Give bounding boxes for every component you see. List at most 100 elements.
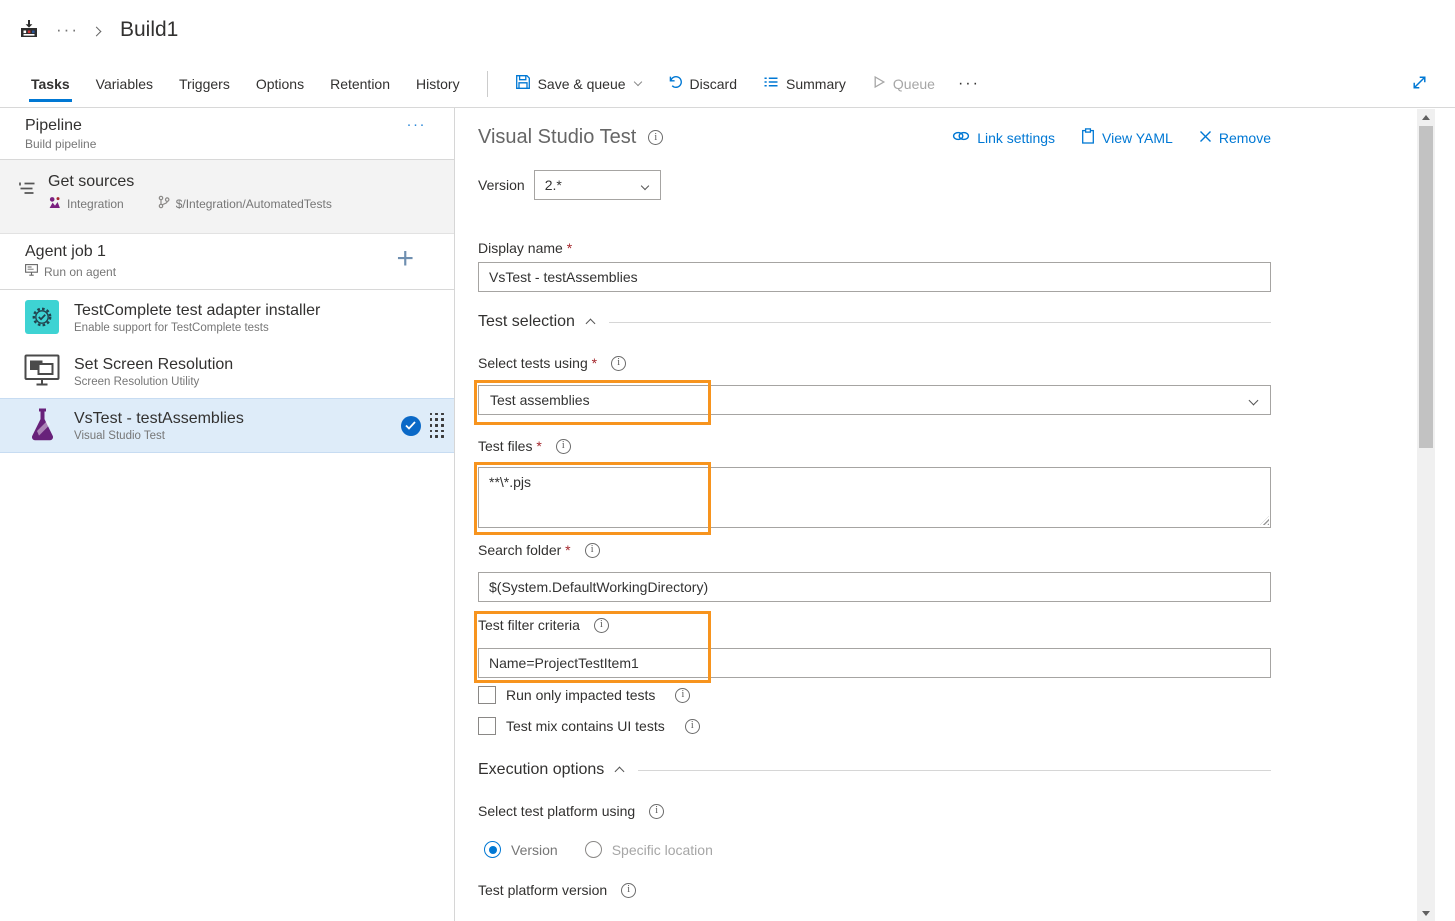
- test-filter-criteria-input[interactable]: [478, 648, 1271, 678]
- test-files-label: Test files: [478, 438, 542, 454]
- info-icon[interactable]: [585, 543, 600, 558]
- chevron-up-icon: [585, 319, 595, 329]
- section-rule: [638, 770, 1271, 771]
- task-subtitle: Screen Resolution Utility: [74, 376, 233, 388]
- save-icon: [515, 74, 531, 93]
- info-icon[interactable]: [649, 804, 664, 819]
- add-task-button[interactable]: +: [396, 244, 414, 274]
- link-icon: [952, 129, 970, 146]
- breadcrumb-more[interactable]: ···: [56, 20, 79, 40]
- display-name-input[interactable]: [478, 262, 1271, 292]
- select-test-platform-label: Select test platform using: [478, 803, 635, 819]
- repo-name: Integration: [67, 197, 124, 211]
- tab-tasks[interactable]: Tasks: [18, 60, 83, 107]
- task-row-screen-resolution[interactable]: Set Screen Resolution Screen Resolution …: [0, 344, 454, 398]
- info-icon[interactable]: [685, 719, 700, 734]
- tfvc-repo-icon: [48, 196, 61, 212]
- task-settings-panel: Visual Studio Test Link settings: [455, 108, 1455, 921]
- toolbar-divider: [487, 71, 488, 97]
- clipboard-icon: [1081, 128, 1095, 147]
- agent-icon: [25, 264, 38, 279]
- task-row-vstest[interactable]: VsTest - testAssemblies Visual Studio Te…: [0, 398, 454, 453]
- checkbox-label: Test mix contains UI tests: [506, 718, 665, 734]
- test-files-textarea[interactable]: **\*.pjs: [478, 467, 1271, 528]
- agent-job-subtitle: Run on agent: [44, 265, 116, 279]
- info-icon[interactable]: [648, 130, 663, 145]
- summary-button[interactable]: Summary: [763, 74, 846, 93]
- info-icon[interactable]: [675, 688, 690, 703]
- tab-triggers[interactable]: Triggers: [166, 60, 243, 107]
- radio-version[interactable]: Version: [484, 841, 558, 858]
- panel-title: Visual Studio Test: [478, 126, 636, 149]
- run-only-impacted-tests-checkbox[interactable]: [478, 686, 496, 704]
- toolbar-more-button[interactable]: ···: [958, 75, 980, 93]
- select-tests-using-dropdown[interactable]: Test assemblies: [478, 385, 1271, 415]
- pipeline-subtitle: Build pipeline: [25, 137, 436, 151]
- discard-button[interactable]: Discard: [667, 74, 737, 93]
- info-icon[interactable]: [611, 356, 626, 371]
- version-label: Version: [478, 177, 525, 193]
- monitor-icon: [24, 354, 60, 389]
- section-test-selection[interactable]: Test selection: [478, 313, 1271, 331]
- agent-job-header[interactable]: Agent job 1 Run on agent +: [0, 234, 454, 290]
- tab-history[interactable]: History: [403, 60, 473, 107]
- info-icon[interactable]: [621, 883, 636, 898]
- testcomplete-gear-icon: [25, 300, 59, 334]
- menu-bar: Tasks Variables Triggers Options Retenti…: [0, 60, 1455, 108]
- chevron-down-icon: [1249, 396, 1259, 406]
- scroll-up-arrow[interactable]: [1417, 109, 1435, 125]
- version-select[interactable]: 2.*: [534, 170, 661, 200]
- get-sources-title: Get sources: [48, 173, 332, 191]
- select-tests-using-label: Select tests using: [478, 355, 597, 371]
- task-row-testcomplete[interactable]: TestComplete test adapter installer Enab…: [0, 290, 454, 344]
- tab-variables[interactable]: Variables: [83, 60, 166, 107]
- search-folder-input[interactable]: [478, 572, 1271, 602]
- radio-unselected-icon: [585, 841, 602, 858]
- section-execution-options[interactable]: Execution options: [478, 761, 1271, 779]
- info-icon[interactable]: [594, 618, 609, 633]
- pipeline-header[interactable]: Pipeline Build pipeline ···: [0, 108, 454, 160]
- link-settings-button[interactable]: Link settings: [952, 129, 1055, 146]
- save-queue-button[interactable]: Save & queue: [515, 74, 641, 93]
- test-filter-criteria-label: Test filter criteria: [478, 617, 580, 633]
- chevron-down-icon: [640, 182, 648, 190]
- section-rule: [609, 322, 1271, 323]
- get-sources-item[interactable]: Get sources Integration: [0, 160, 454, 234]
- search-folder-label: Search folder: [478, 542, 571, 558]
- list-icon: [763, 74, 779, 93]
- checkbox-label: Run only impacted tests: [506, 687, 655, 703]
- test-platform-version-label: Test platform version: [478, 882, 607, 898]
- pipeline-more-button[interactable]: ···: [407, 116, 427, 133]
- task-enabled-check-icon: [401, 416, 421, 436]
- fullscreen-expand-icon[interactable]: [1410, 73, 1429, 95]
- info-icon[interactable]: [556, 439, 571, 454]
- pipeline-title: Pipeline: [25, 117, 436, 135]
- task-subtitle: Enable support for TestComplete tests: [74, 322, 320, 334]
- drag-handle[interactable]: [430, 413, 444, 438]
- repo-path: $/Integration/AutomatedTests: [176, 197, 332, 211]
- tab-strip: Tasks Variables Triggers Options Retenti…: [0, 60, 473, 107]
- tab-retention[interactable]: Retention: [317, 60, 403, 107]
- task-title: VsTest - testAssemblies: [74, 409, 244, 428]
- task-subtitle: Visual Studio Test: [74, 430, 244, 442]
- close-icon: [1199, 130, 1212, 146]
- view-yaml-button[interactable]: View YAML: [1081, 128, 1173, 147]
- chevron-up-icon: [615, 767, 625, 777]
- play-icon: [872, 75, 886, 92]
- agent-job-title: Agent job 1: [25, 243, 436, 261]
- branch-icon: [158, 195, 170, 212]
- build-definition-icon[interactable]: [18, 18, 40, 43]
- page-title: Build1: [120, 18, 178, 42]
- scrollbar: [1417, 109, 1435, 921]
- queue-button[interactable]: Queue: [872, 75, 935, 92]
- scrollbar-thumb[interactable]: [1419, 126, 1433, 448]
- test-mix-ui-tests-checkbox[interactable]: [478, 717, 496, 735]
- remove-button[interactable]: Remove: [1199, 130, 1271, 146]
- pipeline-sidebar: Pipeline Build pipeline ··· Get sources: [0, 108, 455, 921]
- scroll-down-arrow[interactable]: [1417, 905, 1435, 921]
- breadcrumb-chevron-icon: [92, 27, 102, 37]
- radio-specific-location[interactable]: Specific location: [585, 841, 713, 858]
- tab-options[interactable]: Options: [243, 60, 317, 107]
- task-title: TestComplete test adapter installer: [74, 301, 320, 320]
- radio-selected-icon: [484, 841, 501, 858]
